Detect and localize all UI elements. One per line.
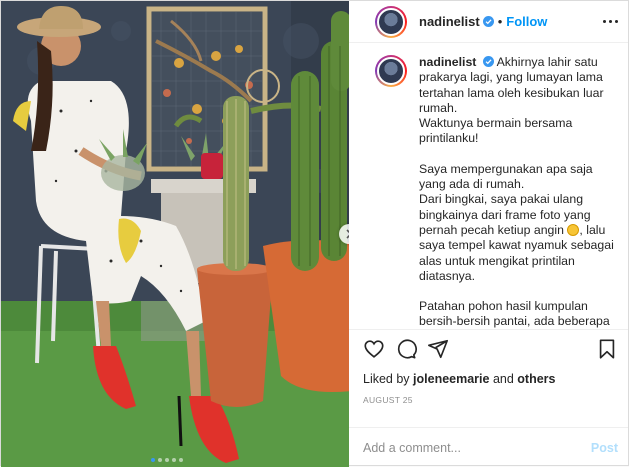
follow-button[interactable]: Follow xyxy=(506,14,547,29)
caption-paragraph: Patahan pohon hasil kumpulan bersih-bers… xyxy=(419,299,610,329)
separator: • xyxy=(497,14,503,29)
comment-icon[interactable] xyxy=(395,338,417,360)
bookmark-icon[interactable] xyxy=(596,338,618,360)
carousel-dot xyxy=(165,458,169,462)
caption-paragraph: Dari bingkai, saya pakai ulang bingkainy… xyxy=(419,192,591,237)
likes-summary: Liked by joleneemarie and others xyxy=(349,364,628,386)
photo-illustration xyxy=(1,1,349,467)
avatar[interactable] xyxy=(375,5,407,38)
caption-username[interactable]: nadinelist xyxy=(419,55,476,69)
caption-text: nadinelist Akhirnya lahir satu prakarya … xyxy=(419,55,618,329)
action-icons xyxy=(349,334,628,364)
post-photo[interactable] xyxy=(1,1,349,467)
liker-username-link[interactable]: joleneemarie xyxy=(413,372,489,386)
post-header: nadinelist • Follow xyxy=(349,1,628,43)
likes-others-link[interactable]: others xyxy=(517,372,555,386)
comment-input[interactable] xyxy=(363,440,591,455)
post-comment-button[interactable]: Post xyxy=(591,441,618,455)
post-sidebar: nadinelist • Follow nadinelist Akhirnya … xyxy=(349,1,628,467)
username-link[interactable]: nadinelist xyxy=(419,14,480,29)
carousel-dot xyxy=(172,458,176,462)
more-options-icon[interactable] xyxy=(603,20,618,23)
likes-middle: and xyxy=(489,372,518,386)
caption-avatar[interactable] xyxy=(375,55,407,87)
likes-prefix: Liked by xyxy=(363,372,414,386)
caption-area: nadinelist Akhirnya lahir satu prakarya … xyxy=(349,43,628,329)
heart-icon[interactable] xyxy=(363,338,385,360)
instagram-post: nadinelist • Follow nadinelist Akhirnya … xyxy=(0,0,629,467)
post-date[interactable]: AUGUST 25 xyxy=(349,386,628,405)
carousel-indicator xyxy=(151,458,183,462)
comment-bar: Post xyxy=(349,427,628,467)
avatar-image xyxy=(377,57,405,85)
post-actions: Liked by joleneemarie and others AUGUST … xyxy=(349,329,628,467)
caption-paragraph: Saya mempergunakan apa saja yang ada di … xyxy=(419,161,593,192)
carousel-dot xyxy=(179,458,183,462)
caption-paragraph: Waktunya bermain bersama printilanku! xyxy=(419,116,573,146)
share-icon[interactable] xyxy=(427,338,449,360)
grinning-emoji-icon xyxy=(567,223,580,236)
verified-badge-icon xyxy=(482,16,494,27)
carousel-dot xyxy=(158,458,162,462)
verified-badge-icon xyxy=(482,56,494,67)
carousel-dot-active xyxy=(151,458,155,462)
avatar-image xyxy=(377,7,405,36)
